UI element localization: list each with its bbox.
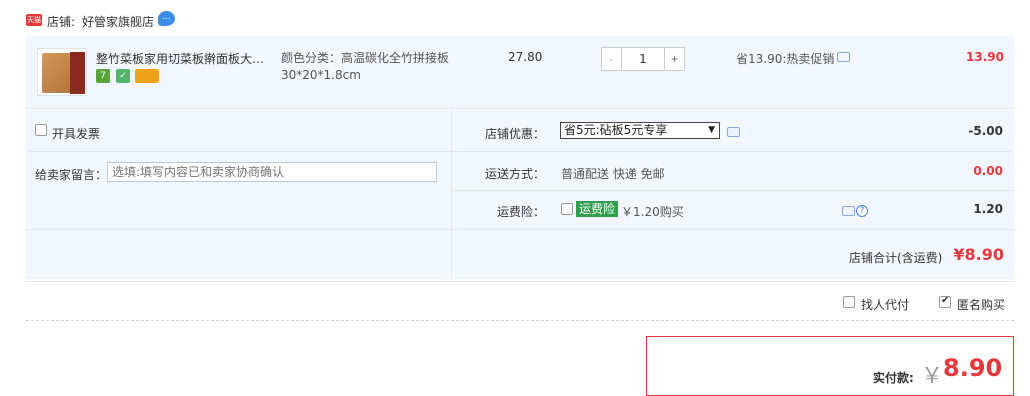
pay-for-me-label: 找人代付 [861, 298, 910, 312]
shop-discount-label: 店铺优惠： [484, 127, 545, 141]
shop-total-label: 店铺合计(含运费) [849, 251, 943, 265]
insurance-amount: 1.20 [973, 202, 1003, 216]
divider [26, 229, 1014, 230]
shop-discount-amount: -5.00 [968, 124, 1003, 138]
help-icon[interactable]: ? [856, 205, 868, 217]
seller-message-label: 给卖家留言： [35, 168, 108, 182]
sku-info: 颜色分类：高温碳化全竹拼接板30*20*1.8cm [281, 51, 450, 82]
currency-symbol: ￥ [921, 364, 944, 389]
insurance-comment-icon[interactable] [842, 206, 855, 216]
quantity-input[interactable] [622, 48, 664, 70]
tmall-icon: 天猫 [26, 14, 42, 26]
divider [451, 110, 452, 279]
wangwang-chat-icon[interactable]: ⋯ [158, 11, 175, 26]
shop-name-link[interactable]: 好管家旗舰店 [82, 13, 154, 30]
shop-discount-select[interactable]: 省5元:砧板5元专享 ▼ [560, 122, 720, 139]
divider [26, 281, 1014, 282]
promotion-text: 省13.90:热卖促销 [736, 52, 835, 66]
certified-icon[interactable]: ✓ [116, 69, 130, 83]
anonymous-purchase-checkbox[interactable] [939, 295, 951, 308]
divider [26, 151, 451, 152]
insurance-badge: 运费险 [576, 201, 619, 217]
seller-message-input[interactable] [107, 162, 437, 182]
divider [451, 190, 1014, 191]
shipping-amount: 0.00 [973, 164, 1003, 178]
invoice-label: 开具发票 [52, 127, 101, 141]
shop-total-amount: ¥8.90 [953, 245, 1004, 264]
discount-comment-icon[interactable] [727, 127, 740, 137]
shop-discount-selected: 省5元:砧板5元专享 [564, 123, 668, 137]
quantity-stepper: - + [601, 47, 685, 71]
item-subtotal: 13.90 [966, 50, 1004, 64]
invoice-checkbox[interactable] [35, 124, 47, 136]
pay-for-me-checkbox[interactable] [843, 296, 855, 308]
order-item-row [26, 36, 1014, 109]
product-title-link[interactable]: 整竹菜板家用切菜板擀面板大号... [96, 50, 272, 67]
package-image [70, 52, 85, 94]
insurance-checkbox[interactable] [561, 203, 573, 215]
product-thumbnail[interactable] [37, 48, 87, 96]
divider [26, 320, 1014, 321]
dropdown-arrow-icon: ▼ [708, 125, 715, 135]
shop-prefix-label: 店铺: [47, 15, 76, 29]
insurance-label: 运费险： [496, 205, 545, 219]
credit-card-icon[interactable] [135, 69, 159, 83]
anonymous-purchase-label: 匿名购买 [957, 298, 1006, 312]
quantity-increase-button[interactable]: + [664, 48, 684, 70]
shipping-label: 运送方式： [484, 167, 545, 181]
promo-comment-icon[interactable] [837, 52, 850, 62]
actual-payment-amount: 8.90 [943, 354, 1003, 382]
quantity-decrease-button[interactable]: - [602, 48, 622, 70]
unit-price: 27.80 [508, 50, 543, 64]
insurance-price: ￥1.20购买 [621, 205, 684, 219]
shipping-method: 普通配送 快递 免邮 [561, 167, 665, 181]
cutting-board-image [42, 53, 72, 93]
divider [451, 151, 1014, 152]
seven-day-return-icon[interactable]: 7 [96, 69, 110, 83]
actual-payment-label: 实付款: [873, 371, 914, 385]
